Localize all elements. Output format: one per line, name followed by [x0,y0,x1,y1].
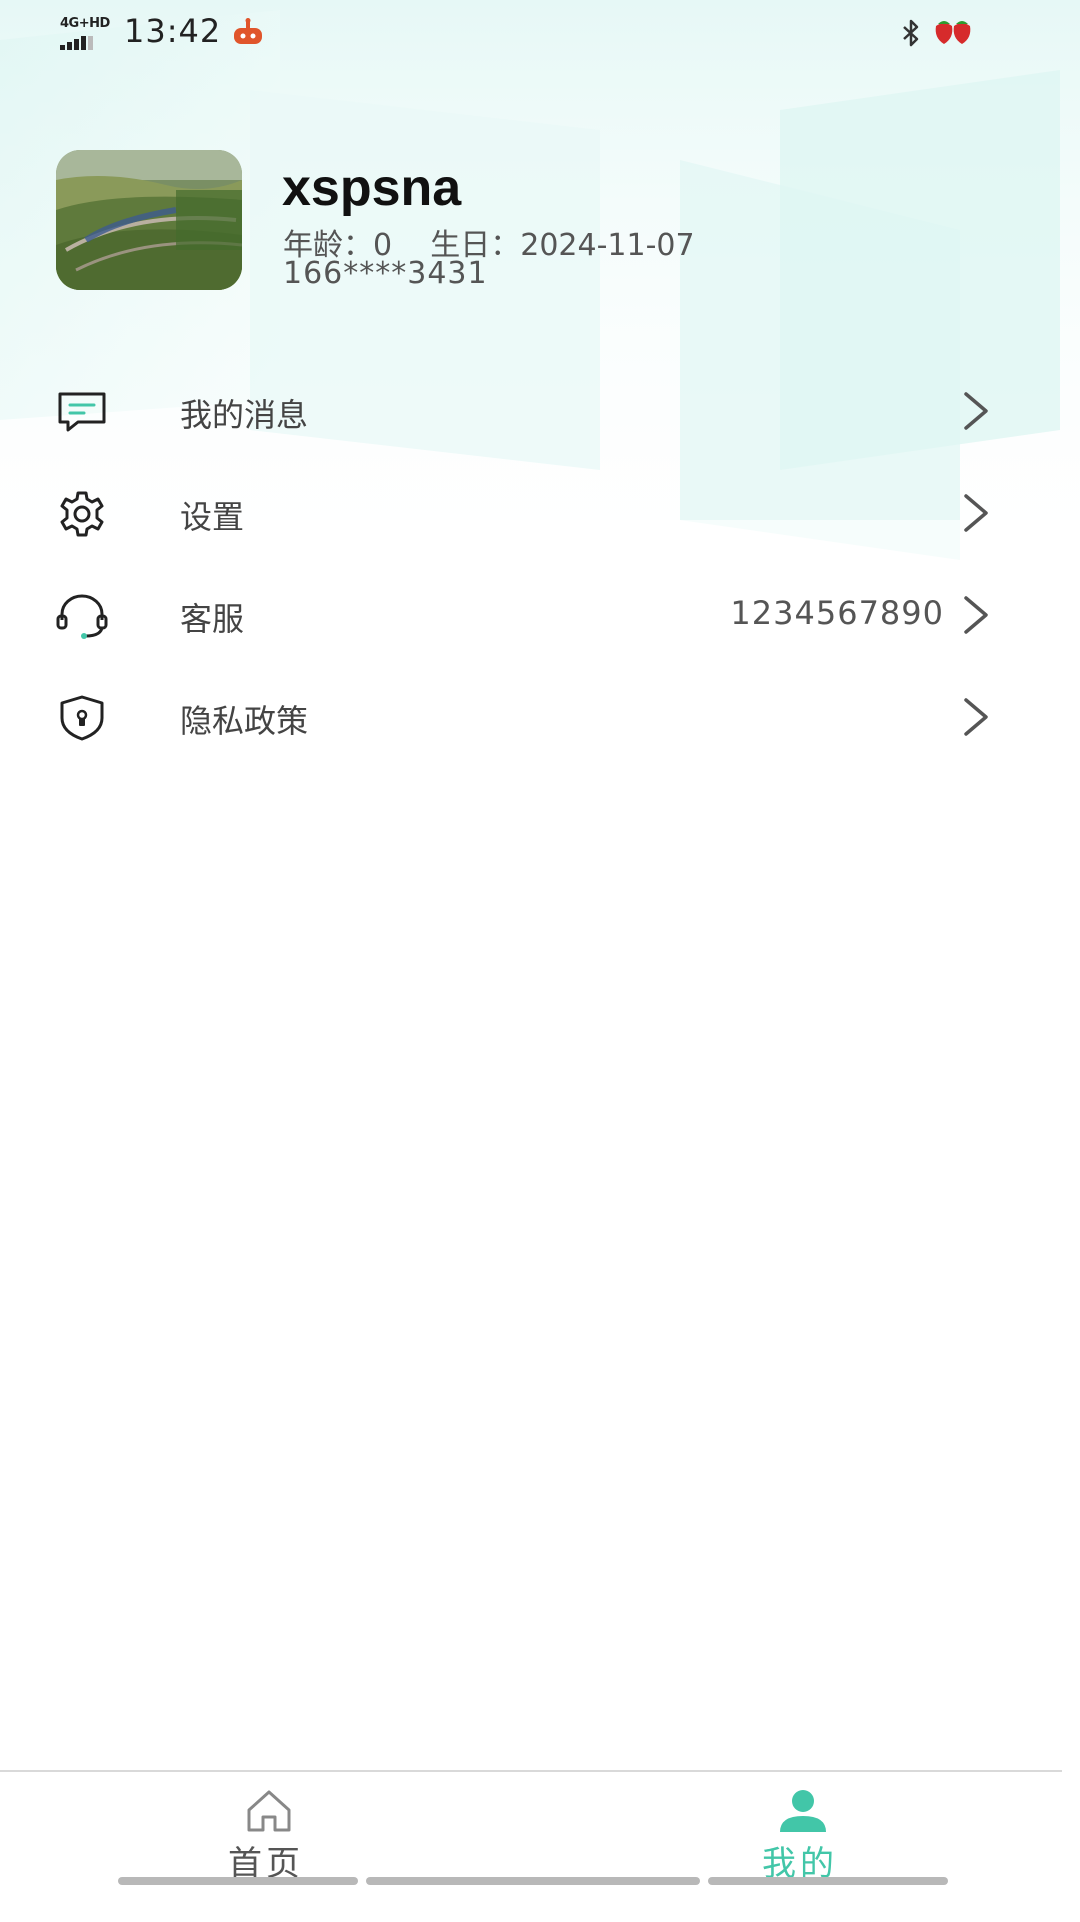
strawberry-battery-icon [935,21,971,44]
bluetooth-icon [903,19,919,47]
menu-list: 我的消息 设置 客服 1234567890 隐私政策 [0,360,1080,768]
menu-label: 客服 [180,600,245,638]
menu-label: 设置 [180,498,245,536]
user-icon [780,1790,826,1832]
network-type: 4G+HD [60,16,110,31]
chevron-right-icon [964,596,988,634]
avatar[interactable] [56,150,242,290]
home-icon [247,1790,291,1832]
profile-header: xspsna 年龄：0 生日：2024-11-07 166****3431 [0,140,1080,300]
signal-bars-icon [60,36,93,50]
status-bar: 4G+HD 13:42 [0,0,1080,68]
tab-home[interactable]: 首页 [146,1772,386,1892]
chevron-right-icon [964,494,988,532]
signal-indicator: 4G+HD [60,16,116,50]
message-icon [58,392,106,432]
tab-me[interactable]: 我的 [680,1772,920,1892]
menu-item-settings[interactable]: 设置 [0,462,1080,564]
phone-number: 166****3431 [283,256,488,291]
bottom-nav: 首页 我的 [0,1770,1062,1922]
birthday-value: 2024-11-07 [520,228,695,263]
gesture-bar [118,1877,948,1885]
username: xspsna [282,159,462,217]
menu-item-messages[interactable]: 我的消息 [0,360,1080,462]
robot-icon [234,18,262,44]
gear-icon [60,491,104,537]
status-time: 13:42 [124,12,222,50]
shield-icon [60,695,104,741]
headset-icon [56,594,108,639]
customer-service-phone: 1234567890 [730,594,944,632]
menu-label: 我的消息 [180,396,309,434]
menu-item-customer-service[interactable]: 客服 1234567890 [0,564,1080,666]
chevron-right-icon [964,698,988,736]
menu-label: 隐私政策 [180,702,309,740]
menu-item-privacy-policy[interactable]: 隐私政策 [0,666,1080,768]
landscape-photo [56,150,242,290]
chevron-right-icon [964,392,988,430]
